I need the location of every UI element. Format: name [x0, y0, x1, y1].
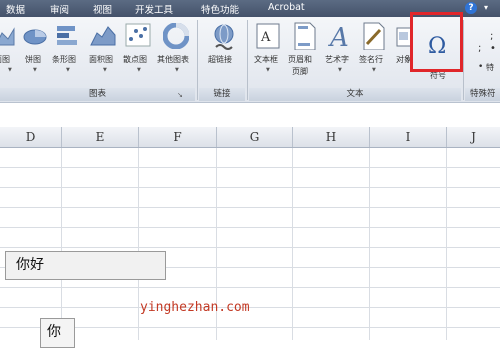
chevron-down-icon: ▼ [66, 67, 70, 73]
chevron-down-icon: ▼ [33, 67, 37, 73]
column-header-d[interactable]: D [0, 127, 62, 147]
tab-view[interactable]: 视图 [93, 2, 112, 16]
chevron-down-icon: ▼ [137, 67, 141, 73]
bar-chart-icon[interactable] [55, 23, 79, 47]
grid-line [446, 148, 447, 340]
column-header-h[interactable]: H [293, 127, 370, 147]
signature-line-label[interactable]: 签名行 [359, 55, 383, 65]
area-chart-icon-2[interactable] [90, 23, 116, 47]
svg-text:A: A [328, 23, 349, 50]
tab-developer[interactable]: 开发工具 [135, 2, 173, 16]
scatter-chart-label[interactable]: 散点图 [123, 55, 147, 65]
pie-chart-label[interactable]: 饼图 [25, 55, 41, 65]
hyperlink-label[interactable]: 超链接 [208, 55, 232, 65]
svg-text:A: A [260, 30, 271, 45]
column-header-f[interactable]: F [139, 127, 217, 147]
special-symbol-item[interactable]: • [490, 44, 496, 54]
grid-line [0, 247, 500, 248]
formula-bar-area [0, 103, 500, 128]
object-icon[interactable] [396, 26, 410, 50]
tab-review[interactable]: 审阅 [50, 2, 69, 16]
grid-line [0, 307, 500, 308]
grid-line [369, 148, 370, 340]
chevron-down-icon: ▼ [8, 67, 12, 73]
header-footer-label-2[interactable]: 页脚 [292, 67, 308, 77]
charts-group-label: 图表 [0, 88, 195, 101]
grid-line [0, 207, 500, 208]
watermark: yinghezhan.com [140, 300, 250, 315]
sheet-textbox-hello[interactable]: 你好 [5, 251, 166, 280]
help-icon[interactable]: ? [465, 2, 477, 14]
header-footer-label-1[interactable]: 页眉和 [288, 55, 312, 65]
header-footer-icon[interactable] [293, 22, 317, 50]
wordart-icon[interactable]: A [327, 22, 351, 50]
special-symbol-label[interactable]: 特 [486, 63, 494, 73]
sheet-textbox-you[interactable]: 你 [40, 318, 75, 348]
area-chart-icon[interactable] [0, 25, 16, 47]
wordart-label[interactable]: 艺术字 [325, 55, 349, 65]
bar-chart-label[interactable]: 条形图 [52, 55, 76, 65]
grid-line [0, 327, 500, 328]
chevron-down-icon: ▼ [103, 67, 107, 73]
group-separator [197, 20, 198, 100]
signature-line-icon[interactable] [362, 22, 386, 50]
grid-line [292, 148, 293, 340]
hyperlink-icon[interactable] [210, 23, 238, 53]
other-charts-icon[interactable] [163, 23, 189, 49]
links-group-label: 链接 [199, 88, 245, 101]
group-separator [247, 20, 248, 100]
scatter-chart-icon[interactable] [125, 23, 151, 47]
column-header-e[interactable]: E [62, 127, 139, 147]
chevron-down-icon: ▼ [338, 67, 342, 73]
chevron-down-icon: ▼ [266, 67, 270, 73]
chevron-down-icon: ▼ [175, 67, 179, 73]
tab-data[interactable]: 数据 [6, 2, 25, 16]
ribbon-minimize-icon[interactable]: ▾ [484, 3, 488, 12]
grid-line [138, 148, 139, 340]
area-chart-label-2[interactable]: 面积图 [89, 55, 113, 65]
area-chart-label[interactable]: 面图 [0, 55, 10, 65]
text-group-label: 文本 [249, 88, 461, 101]
grid-line [61, 148, 62, 340]
textbox-label[interactable]: 文本框 [254, 55, 278, 65]
worksheet-grid[interactable] [0, 148, 500, 340]
textbox-icon[interactable]: A [256, 23, 280, 51]
column-headers: D E F G H I J [0, 127, 500, 148]
chevron-down-icon: ▼ [372, 67, 376, 73]
grid-line [0, 167, 500, 168]
special-symbol-item[interactable]: ; [478, 44, 481, 54]
tab-acrobat[interactable]: Acrobat [268, 2, 305, 13]
dialog-launcher-icon[interactable]: ↘ [177, 91, 183, 99]
group-separator [463, 20, 464, 100]
column-header-g[interactable]: G [217, 127, 293, 147]
special-symbols-group-label: 特殊符 [465, 88, 500, 101]
grid-line [0, 227, 500, 228]
column-header-j[interactable]: J [447, 127, 500, 147]
special-symbol-item[interactable]: ; [490, 32, 493, 42]
symbol-highlight-box [410, 12, 463, 72]
special-symbol-item[interactable]: • [478, 62, 483, 72]
grid-line [0, 187, 500, 188]
symbol-label: 符号 [430, 71, 446, 80]
other-charts-label[interactable]: 其他图表 [157, 55, 189, 65]
column-header-i[interactable]: I [370, 127, 447, 147]
pie-chart-icon[interactable] [22, 25, 48, 47]
tab-special-features[interactable]: 特色功能 [201, 2, 239, 16]
grid-line [0, 287, 500, 288]
